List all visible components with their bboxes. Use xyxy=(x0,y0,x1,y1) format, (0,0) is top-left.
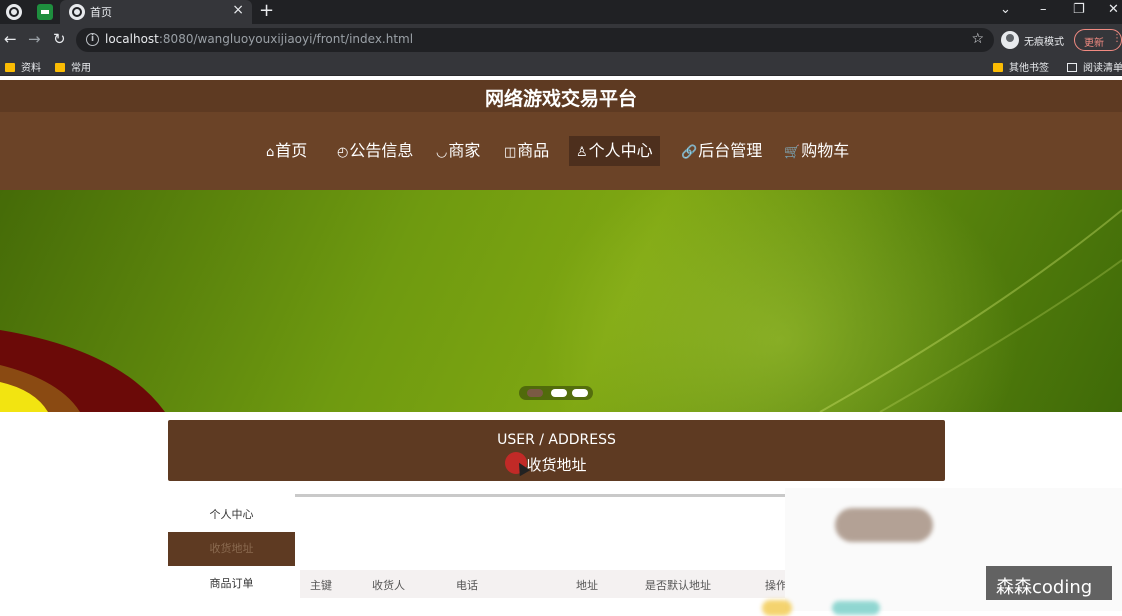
cart-icon: 🛒 xyxy=(784,145,801,160)
close-window-icon[interactable]: ✕ xyxy=(1108,2,1119,17)
side-item-user-center[interactable]: 个人中心 xyxy=(168,498,295,532)
carousel-dot[interactable] xyxy=(527,389,543,397)
section-title-en: USER / ADDRESS xyxy=(497,432,616,448)
carousel-dot[interactable] xyxy=(551,389,567,397)
menu-dots-icon[interactable]: ⋮ xyxy=(1112,33,1122,44)
side-item-address[interactable]: 收货地址 xyxy=(168,532,295,566)
bookmark-star-icon[interactable]: ☆ xyxy=(971,31,984,47)
banner-carousel[interactable] xyxy=(0,190,1122,412)
nav-item-merchants[interactable]: ◡商家 xyxy=(429,136,487,166)
banner-light-streak xyxy=(819,209,1122,412)
nav-item-user-center[interactable]: ♙个人中心 xyxy=(569,136,660,166)
folder-icon xyxy=(5,63,15,72)
nav-item-announcements[interactable]: ◴公告信息 xyxy=(330,136,420,166)
url-host: localhost xyxy=(105,32,159,46)
site-info-icon[interactable]: i xyxy=(86,33,99,46)
minimize-icon[interactable]: – xyxy=(1040,2,1047,17)
folder-icon xyxy=(993,63,1003,72)
clock-icon: ◴ xyxy=(337,145,349,160)
user-icon: ♙ xyxy=(576,145,588,160)
address-bar[interactable]: i localhost:8080/wangluoyouxijiaoyi/fron… xyxy=(76,28,994,52)
th-id: 主键 xyxy=(310,579,332,592)
nav-item-cart[interactable]: 🛒购物车 xyxy=(777,136,856,166)
tab-close-icon[interactable]: × xyxy=(232,2,244,18)
blurred-action-button[interactable] xyxy=(832,601,880,615)
th-default: 是否默认地址 xyxy=(645,579,711,592)
bookmark-other[interactable]: 其他书签 xyxy=(993,59,1049,74)
link-icon: 🔗 xyxy=(681,145,698,160)
site-title: 网络游戏交易平台 xyxy=(484,88,637,110)
th-actions: 操作 xyxy=(765,579,787,592)
carousel-indicators xyxy=(519,386,593,400)
side-item-orders[interactable]: 商品订单 xyxy=(168,567,295,601)
folder-icon xyxy=(55,63,65,72)
url-path: :8080/wangluoyouxijiaoyi/front/index.htm… xyxy=(158,32,414,46)
bookmarks-bar: 资料 常用 其他书签 阅读清单 xyxy=(0,56,1122,76)
th-recipient: 收货人 xyxy=(372,579,405,592)
banner-light-streak xyxy=(879,259,1122,412)
globe-icon[interactable] xyxy=(6,4,22,20)
watermark-text: 森森coding xyxy=(996,577,1093,598)
browser-tab-strip: 首页 × + ⌄ – ❐ ✕ xyxy=(0,0,1122,24)
nav-item-products[interactable]: ◫商品 xyxy=(497,136,556,166)
sheet-tab-icon[interactable] xyxy=(37,4,53,20)
update-button[interactable]: 更新 ⋮ xyxy=(1074,29,1122,51)
bookmark-folder-changyong[interactable]: 常用 xyxy=(55,59,91,74)
reading-list[interactable]: 阅读清单 xyxy=(1067,59,1122,74)
watermark: 森森coding xyxy=(986,566,1112,600)
gauge-icon: ◡ xyxy=(436,145,448,160)
address-table-header: 主键 收货人 电话 地址 是否默认地址 操作 xyxy=(300,570,787,598)
reading-list-icon xyxy=(1067,63,1077,72)
new-tab-icon[interactable]: + xyxy=(259,0,274,21)
forward-icon[interactable]: → xyxy=(28,30,41,48)
th-phone: 电话 xyxy=(456,579,478,592)
section-title-cn: 收货地址 xyxy=(526,456,587,474)
tab-title: 首页 xyxy=(90,6,112,19)
main-nav: ⌂首页 ◴公告信息 ◡商家 ◫商品 ♙个人中心 🔗后台管理 🛒购物车 xyxy=(0,136,1122,166)
incognito-label[interactable]: 无痕模式 xyxy=(1024,33,1064,48)
user-side-menu: 个人中心 收货地址 商品订单 xyxy=(168,498,295,611)
nav-item-admin[interactable]: 🔗后台管理 xyxy=(674,136,769,166)
update-label: 更新 xyxy=(1084,38,1104,49)
site-title-bar: 网络游戏交易平台 xyxy=(0,80,1122,112)
th-address: 地址 xyxy=(576,579,598,592)
url-text[interactable]: localhost:8080/wangluoyouxijiaoyi/front/… xyxy=(105,32,413,46)
carousel-dot[interactable] xyxy=(572,389,588,397)
book-icon: ◫ xyxy=(504,145,517,160)
nav-item-home[interactable]: ⌂首页 xyxy=(259,136,314,166)
active-tab[interactable]: 首页 × xyxy=(60,0,252,24)
back-icon[interactable]: ← xyxy=(4,30,17,48)
blurred-action-button[interactable] xyxy=(762,600,792,616)
banner-art xyxy=(0,209,1122,412)
section-header: USER / ADDRESS 收货地址 xyxy=(168,420,945,481)
add-address-button[interactable] xyxy=(835,508,933,542)
incognito-avatar-icon[interactable] xyxy=(1001,31,1019,49)
restore-icon[interactable]: ❐ xyxy=(1073,2,1085,17)
bookmark-folder-ziliao[interactable]: 资料 xyxy=(5,59,41,74)
tab-search-icon[interactable]: ⌄ xyxy=(1000,2,1011,17)
tab-globe-icon xyxy=(69,4,85,20)
browser-toolbar: ← → ↻ i localhost:8080/wangluoyouxijiaoy… xyxy=(0,24,1122,56)
home-icon: ⌂ xyxy=(266,145,275,160)
site-header: 网络游戏交易平台 ⌂首页 ◴公告信息 ◡商家 ◫商品 ♙个人中心 🔗后台管理 🛒… xyxy=(0,80,1122,190)
reload-icon[interactable]: ↻ xyxy=(53,30,66,48)
